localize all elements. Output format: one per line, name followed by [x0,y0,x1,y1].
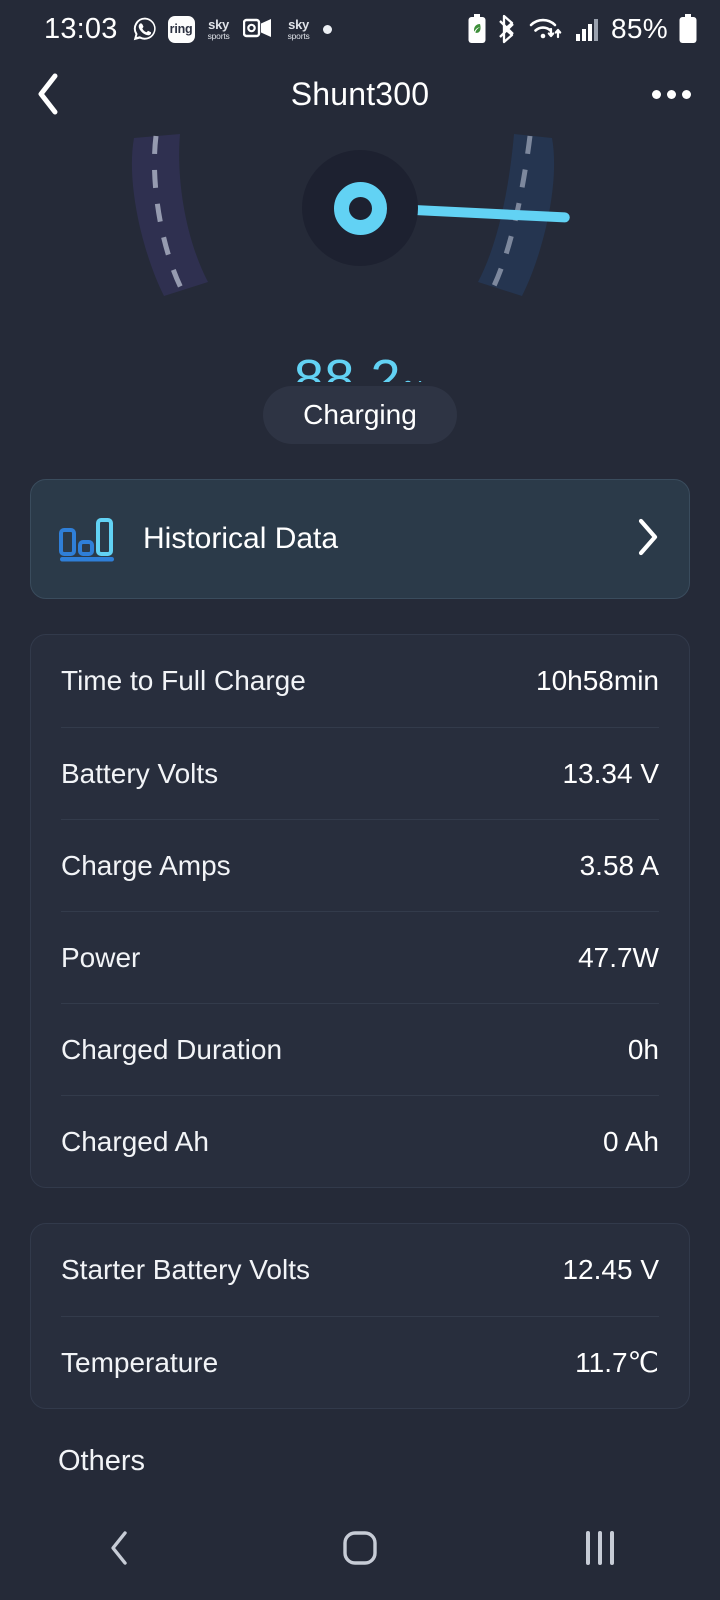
row-label: Charged Ah [61,1125,209,1157]
battery-icon [678,14,698,44]
generic-notification-dot-icon [322,24,332,34]
nav-back-button[interactable] [60,1513,180,1583]
nav-recents-icon [586,1531,614,1565]
battery-percent-unit: % [403,377,426,382]
page-title: Shunt300 [290,75,430,112]
outlook-icon [242,16,275,42]
nav-back-icon [111,1531,127,1565]
chevron-left-icon [38,73,58,115]
row-value: 47.7W [578,941,659,973]
sky-sports-icon: sky sports [204,16,234,43]
overflow-menu-icon-dot-2 [666,89,676,99]
row-value: 10h58min [536,665,659,696]
battery-metrics-card: Time to Full Charge 10h58min Battery Vol… [30,634,690,1188]
battery-saver-icon [467,14,487,44]
row-label: Starter Battery Volts [61,1254,310,1285]
row-value: 12.45 V [562,1254,659,1285]
row-label: Power [61,941,141,973]
whatsapp-icon [131,15,159,43]
sky-sports-icon-line1: sky [208,16,229,32]
row-value: 0 Ah [602,1125,659,1157]
status-bar-system-icons: 85% [467,13,698,45]
row-value: 11.7℃ [575,1347,659,1378]
nav-home-icon [343,1531,377,1565]
table-row: Starter Battery Volts 12.45 V [61,1224,659,1316]
historical-data-chevron[interactable] [635,516,661,563]
table-row: Battery Volts 13.34 V [61,727,659,819]
gauge-arc-left-icon [118,132,216,302]
nav-recents-button[interactable] [540,1513,660,1583]
cellular-signal-icon [575,15,601,43]
overflow-menu-icon-dot-3 [681,89,691,99]
overflow-menu-button[interactable] [648,72,694,116]
ring-app-icon: ring [167,15,195,43]
starter-battery-card: Starter Battery Volts 12.45 V Temperatur… [30,1223,690,1409]
table-row: Time to Full Charge 10h58min [61,635,659,727]
battery-percent-value: 88.2 [293,349,401,382]
gauge-hub [302,150,418,266]
overflow-menu-icon-dot-1 [651,89,661,99]
nav-recents-icon-bar-2 [598,1531,602,1565]
status-bar: 13:03 ring sky sports sky sports 85% [0,0,720,58]
status-bar-clock: 13:03 [44,12,118,45]
gauge-hub-ring-icon [333,181,387,235]
table-row: Charged Ah 0 Ah [61,1095,659,1187]
sky-sports-icon2-line2: sports [287,30,310,41]
sky-sports-icon-line2: sports [207,30,230,41]
historical-data-card[interactable]: Historical Data [30,479,690,599]
battery-gauge: 88.2 % [0,130,720,382]
bar-chart-icon [59,516,117,562]
charge-status-row: Charging [0,386,720,444]
chevron-right-icon [638,518,658,555]
table-row: Charged Duration 0h [61,1003,659,1095]
bluetooth-icon [497,14,519,44]
historical-data-label: Historical Data [143,522,339,555]
sky-sports-icon-2: sky sports [284,16,314,43]
wifi-icon [529,15,565,43]
back-button[interactable] [26,72,70,116]
row-label: Battery Volts [61,757,219,789]
row-label: Charge Amps [61,849,231,881]
others-section-title: Others [58,1445,146,1477]
row-label: Time to Full Charge [61,665,306,696]
row-label: Temperature [61,1346,219,1378]
status-badge: Charging [263,386,457,444]
table-row: Temperature 11.7℃ [61,1316,659,1408]
nav-recents-icon-bar-1 [586,1531,590,1565]
row-value: 3.58 A [579,849,659,881]
android-nav-bar [0,1496,720,1600]
phone-screen: 13:03 ring sky sports sky sports 85% Shu… [0,0,720,1600]
scroll-content[interactable]: 88.2 % Charging Historical Data [0,130,720,1496]
gauge-value-group: 88.2 % [0,352,720,382]
row-value: 0h [627,1033,659,1065]
notification-icons: ring sky sports sky sports [131,15,332,43]
sky-sports-icon2-line1: sky [288,16,309,32]
battery-percent-label: 85% [611,13,668,44]
row-value: 13.34 V [562,757,659,789]
nav-home-button[interactable] [300,1513,420,1583]
table-row: Power 47.7W [61,911,659,1003]
table-row: Charge Amps 3.58 A [61,819,659,911]
nav-recents-icon-bar-3 [610,1531,614,1565]
app-bar: Shunt300 [0,58,720,130]
row-label: Charged Duration [61,1033,283,1065]
